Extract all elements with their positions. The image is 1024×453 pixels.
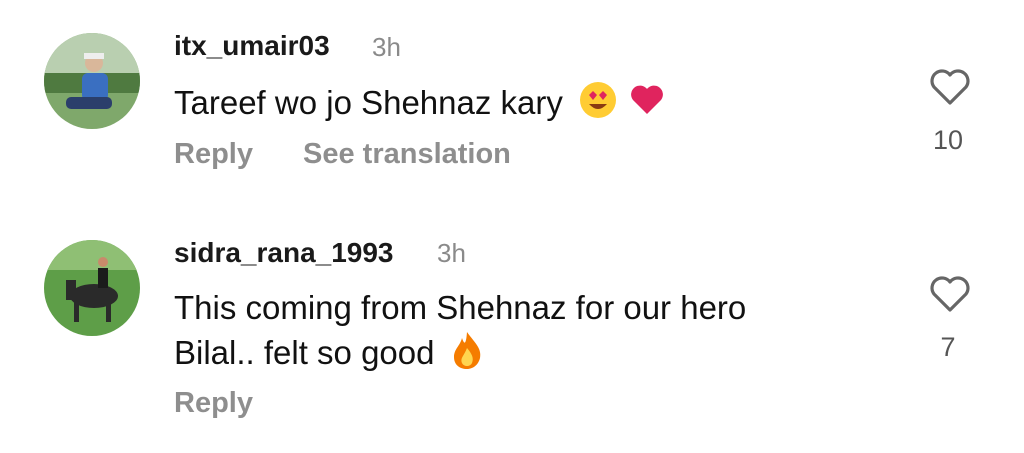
reply-button[interactable]: Reply	[174, 138, 253, 171]
comment-text: This coming from Shehnaz for our hero Bi…	[174, 285, 746, 381]
like-button[interactable]	[925, 67, 975, 107]
avatar[interactable]	[44, 33, 140, 129]
fire-emoji	[450, 330, 484, 381]
comment-username[interactable]: itx_umair03	[174, 30, 330, 62]
heart-eyes-emoji	[578, 80, 618, 131]
comment-text-content: Tareef wo jo Shehnaz kary	[174, 84, 563, 122]
comment-text-line: This coming from Shehnaz for our hero	[174, 289, 747, 326]
red-heart-emoji	[627, 80, 667, 131]
avatar[interactable]	[44, 240, 140, 336]
see-translation-button[interactable]: See translation	[303, 138, 511, 171]
reply-button[interactable]: Reply	[174, 387, 253, 420]
comment-username[interactable]: sidra_rana_1993	[174, 237, 394, 269]
comment-timestamp: 3h	[372, 32, 401, 62]
heart-outline-icon	[930, 276, 970, 312]
like-button[interactable]	[925, 274, 975, 314]
comment-text-line: Bilal.. felt so good	[174, 330, 746, 381]
heart-outline-icon	[930, 69, 970, 105]
like-count: 10	[932, 125, 964, 155]
like-count: 7	[940, 332, 956, 362]
comment-timestamp: 3h	[437, 238, 466, 268]
comment-text: Tareef wo jo Shehnaz kary	[174, 80, 667, 131]
comment-text-content: Bilal.. felt so good	[174, 334, 435, 372]
